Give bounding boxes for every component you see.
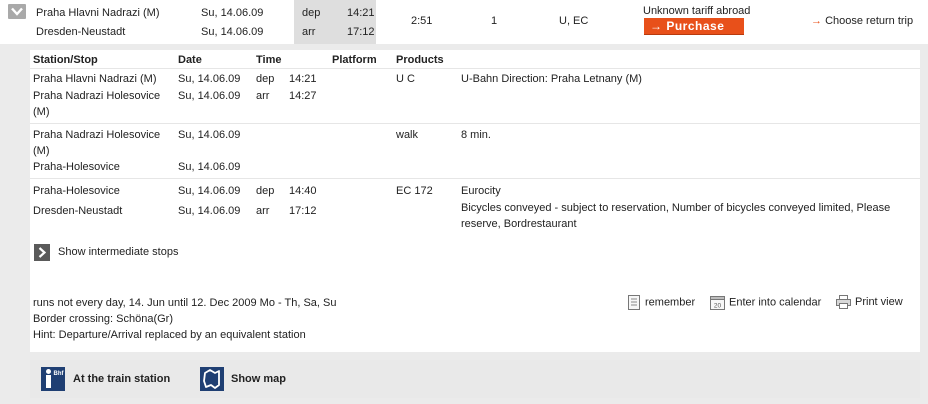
leg1-dep-label: dep (256, 73, 275, 85)
summary-dep-date: Su, 14.06.09 (201, 7, 264, 19)
summary-time-column: dep arr 14:21 17:12 (294, 0, 376, 44)
header-date: Date (178, 54, 202, 66)
arrow-right-icon: → (811, 15, 822, 27)
leg1-dep-time: 14:21 (289, 73, 317, 85)
arrow-right-icon: → (650, 19, 663, 33)
return-trip-label: Choose return trip (825, 15, 914, 27)
header-divider (30, 68, 920, 69)
print-view-button[interactable]: Print view (836, 295, 903, 311)
calendar-label: Enter into calendar (729, 296, 822, 309)
station-icon-text: Bhf (54, 371, 65, 377)
leg3-dep-time: 14:40 (289, 185, 317, 197)
purchase-button[interactable]: → Purchase (644, 18, 744, 35)
leg2-dep-date: Su, 14.06.09 (178, 129, 241, 141)
connection-summary-row[interactable]: Praha Hlavni Nadrazi (M) Dresden-Neustad… (0, 0, 928, 44)
connection-panel: Praha Hlavni Nadrazi (M) Dresden-Neustad… (0, 0, 928, 404)
leg2-arr-date: Su, 14.06.09 (178, 161, 241, 173)
leg3-dep-station: Praha-Holesovice (33, 185, 120, 197)
calendar-icon: 20 (710, 296, 725, 310)
collapse-toggle-button[interactable] (8, 4, 26, 19)
tariff-text: Unknown tariff abroad (643, 5, 751, 17)
leg2-dep-station-suffix: (M) (33, 145, 50, 157)
leg1-dep-date: Su, 14.06.09 (178, 73, 241, 85)
leg1-arr-date: Su, 14.06.09 (178, 90, 241, 102)
chevron-right-icon (38, 247, 46, 258)
leg3-arr-station: Dresden-Neustadt (33, 205, 123, 217)
remember-label: remember (645, 296, 696, 309)
leg3-dep-label: dep (256, 185, 275, 197)
map-icon (200, 367, 224, 391)
header-platform: Platform (332, 54, 377, 66)
leg3-dep-date: Su, 14.06.09 (178, 185, 241, 197)
leg3-product: EC 172 (396, 185, 433, 197)
enter-into-calendar-button[interactable]: 20 Enter into calendar (710, 295, 821, 311)
printer-icon (836, 295, 851, 309)
show-intermediate-stops-link[interactable]: Show intermediate stops (58, 246, 178, 258)
border-crossing-text: Border crossing: Schöna(Gr) (33, 313, 173, 325)
remember-button[interactable]: remember (627, 295, 695, 311)
purchase-label: Purchase (666, 19, 725, 33)
leg1-arr-time: 14:27 (289, 90, 317, 102)
summary-arr-time: 17:12 (347, 26, 375, 38)
leg1-arr-station: Praha Nadrazi Holesovice (33, 90, 161, 102)
calendar-icon-day: 20 (714, 303, 722, 310)
leg1-arr-station-suffix: (M) (33, 106, 50, 118)
notepad-icon (628, 295, 640, 310)
print-label: Print view (855, 296, 903, 308)
leg-divider (30, 123, 920, 124)
header-products: Products (396, 54, 444, 66)
summary-arr-date: Su, 14.06.09 (201, 26, 264, 38)
summary-to-station: Dresden-Neustadt (36, 26, 126, 38)
leg1-note: U-Bahn Direction: Praha Letnany (M) (461, 73, 642, 85)
summary-products: U, EC (559, 15, 589, 27)
intermediate-stops-toggle[interactable] (34, 244, 50, 261)
show-map-label: Show map (231, 373, 287, 385)
leg1-product: U C (396, 73, 415, 85)
station-info-icon: Bhf (41, 367, 65, 391)
summary-from-station: Praha Hlavni Nadrazi (M) (36, 7, 160, 19)
leg-divider (30, 178, 920, 179)
leg2-product: walk (396, 129, 419, 141)
show-map-button[interactable]: Show map (200, 367, 300, 391)
choose-return-trip-link[interactable]: → Choose return trip (811, 15, 913, 27)
leg2-note: 8 min. (461, 129, 491, 141)
at-the-train-station-button[interactable]: Bhf At the train station (41, 367, 181, 391)
summary-changes: 1 (491, 15, 498, 27)
leg1-arr-label: arr (256, 90, 270, 102)
leg3-arr-time: 17:12 (289, 205, 317, 217)
leg3-arr-label: arr (256, 205, 270, 217)
at-the-train-station-label: At the train station (73, 373, 171, 385)
header-time: Time (256, 54, 282, 66)
leg3-arr-date: Su, 14.06.09 (178, 205, 241, 217)
header-station: Station/Stop (33, 54, 98, 66)
summary-dep-time: 14:21 (347, 7, 375, 19)
leg2-dep-station: Praha Nadrazi Holesovice (33, 129, 161, 141)
leg3-arr-note: Bicycles conveyed - subject to reservati… (461, 202, 891, 214)
summary-dep-label: dep (302, 7, 321, 19)
bottom-actions-bar: Bhf At the train station Show map (30, 360, 920, 398)
summary-arr-label: arr (302, 26, 316, 38)
leg3-arr-note-cont: reserve, Bordrestaurant (461, 218, 577, 230)
leg2-arr-station: Praha-Holesovice (33, 161, 120, 173)
leg1-dep-station: Praha Hlavni Nadrazi (M) (33, 73, 157, 85)
service-days-text: runs not every day, 14. Jun until 12. De… (33, 297, 337, 309)
chevron-down-icon (11, 7, 23, 16)
leg3-note: Eurocity (461, 185, 501, 197)
hint-text: Hint: Departure/Arrival replaced by an e… (33, 329, 306, 341)
summary-duration: 2:51 (411, 15, 433, 27)
